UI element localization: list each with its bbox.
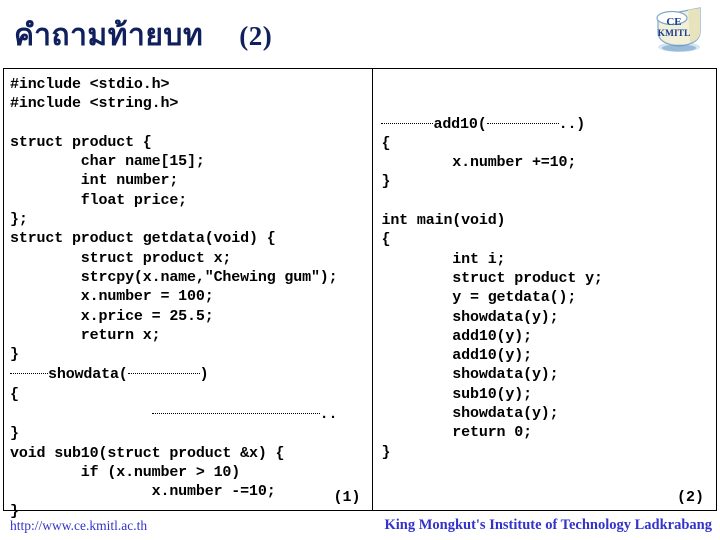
footer-institute-name: King Mongkut's Institute of Technology L… bbox=[384, 517, 712, 533]
ce-kmitl-logo-icon: CE KMITL bbox=[656, 7, 701, 52]
showdata-paren-close: ) bbox=[199, 366, 209, 384]
code-line: } bbox=[10, 346, 19, 364]
blank-dots-showdata-arg[interactable] bbox=[127, 364, 200, 375]
code-line: add10(y); bbox=[381, 347, 532, 365]
footer-url-link[interactable]: http://www.ce.kmitl.ac.th bbox=[10, 518, 147, 534]
code-listing-panel: #include <stdio.h> #include <string.h> s… bbox=[3, 68, 717, 520]
logo-text-ce: CE bbox=[666, 16, 681, 28]
code-line: add10(y); bbox=[381, 327, 532, 345]
code-line: y = getdata(); bbox=[381, 289, 577, 307]
code-line: struct product getdata(void) { bbox=[10, 230, 276, 248]
showdata-name-text: showdata( bbox=[48, 366, 128, 384]
page-title-thai: คำถามท้ายบท bbox=[14, 18, 204, 53]
code-line: }; bbox=[10, 211, 28, 229]
code-line: } bbox=[381, 173, 391, 191]
add10-paren-close: ..) bbox=[558, 115, 586, 133]
page-title: คำถามท้ายบท (2) bbox=[14, 21, 272, 51]
code-line-fill-blank-showdata: showdata() bbox=[10, 364, 372, 384]
code-column-left: #include <stdio.h> #include <string.h> s… bbox=[4, 69, 374, 520]
code-line: sub10(y); bbox=[381, 385, 532, 403]
code-line: void sub10(struct product &x) { bbox=[10, 444, 285, 462]
code-line: { bbox=[381, 231, 391, 249]
code-column-right: add10(..) { x.number +=10; } int main(vo… bbox=[373, 69, 716, 510]
blank-dots-add10-return-type[interactable] bbox=[381, 114, 434, 124]
blank-dots-body[interactable] bbox=[151, 404, 320, 415]
code-line: showdata(y); bbox=[381, 405, 559, 423]
code-line: float price; bbox=[10, 191, 188, 209]
add10-name-text: add10( bbox=[433, 115, 487, 133]
code-line-fill-blank-add10: add10(..) bbox=[381, 114, 716, 134]
code-line: strcpy(x.name,"Chewing gum"); bbox=[10, 268, 338, 286]
left-column-page-marker: (1) bbox=[333, 489, 361, 506]
right-column-page-marker: (2) bbox=[676, 489, 704, 506]
code-line: char name[15]; bbox=[10, 153, 205, 171]
page-title-number: (2) bbox=[239, 21, 273, 51]
code-line: } bbox=[10, 425, 19, 443]
code-line: int main(void) bbox=[381, 212, 506, 230]
code-line-fill-blank-body: .. bbox=[10, 404, 372, 424]
code-line: int number; bbox=[10, 172, 179, 190]
code-line: x.number = 100; bbox=[10, 288, 214, 306]
code-line: #include <stdio.h> bbox=[10, 76, 170, 93]
code-line: struct product x; bbox=[10, 249, 232, 267]
code-line: showdata(y); bbox=[381, 366, 559, 384]
code-line: { bbox=[10, 385, 19, 403]
slide-header: คำถามท้ายบท (2) CE KMITL bbox=[0, 0, 720, 68]
code-line: } bbox=[381, 443, 391, 461]
body-blank-suffix: .. bbox=[319, 406, 338, 424]
code-line: if (x.number > 10) bbox=[10, 463, 241, 481]
code-line: struct product y; bbox=[381, 269, 603, 287]
code-line: #include <string.h> bbox=[10, 95, 179, 113]
blank-dots-add10-arg[interactable] bbox=[486, 114, 559, 124]
code-line: struct product { bbox=[10, 133, 152, 151]
code-line: x.number -=10; bbox=[10, 483, 276, 501]
code-line: return x; bbox=[10, 326, 161, 344]
code-line: x.number +=10; bbox=[381, 154, 577, 172]
blank-dots-return-type[interactable] bbox=[10, 364, 48, 375]
code-line: int i; bbox=[381, 250, 506, 268]
code-line: x.price = 25.5; bbox=[10, 307, 214, 325]
code-line: return 0; bbox=[381, 424, 532, 442]
code-line: { bbox=[381, 134, 391, 152]
slide-footer: http://www.ce.kmitl.ac.th King Mongkut's… bbox=[0, 514, 720, 540]
code-line: showdata(y); bbox=[381, 308, 559, 326]
logo-text-kmitl: KMITL bbox=[658, 29, 691, 39]
